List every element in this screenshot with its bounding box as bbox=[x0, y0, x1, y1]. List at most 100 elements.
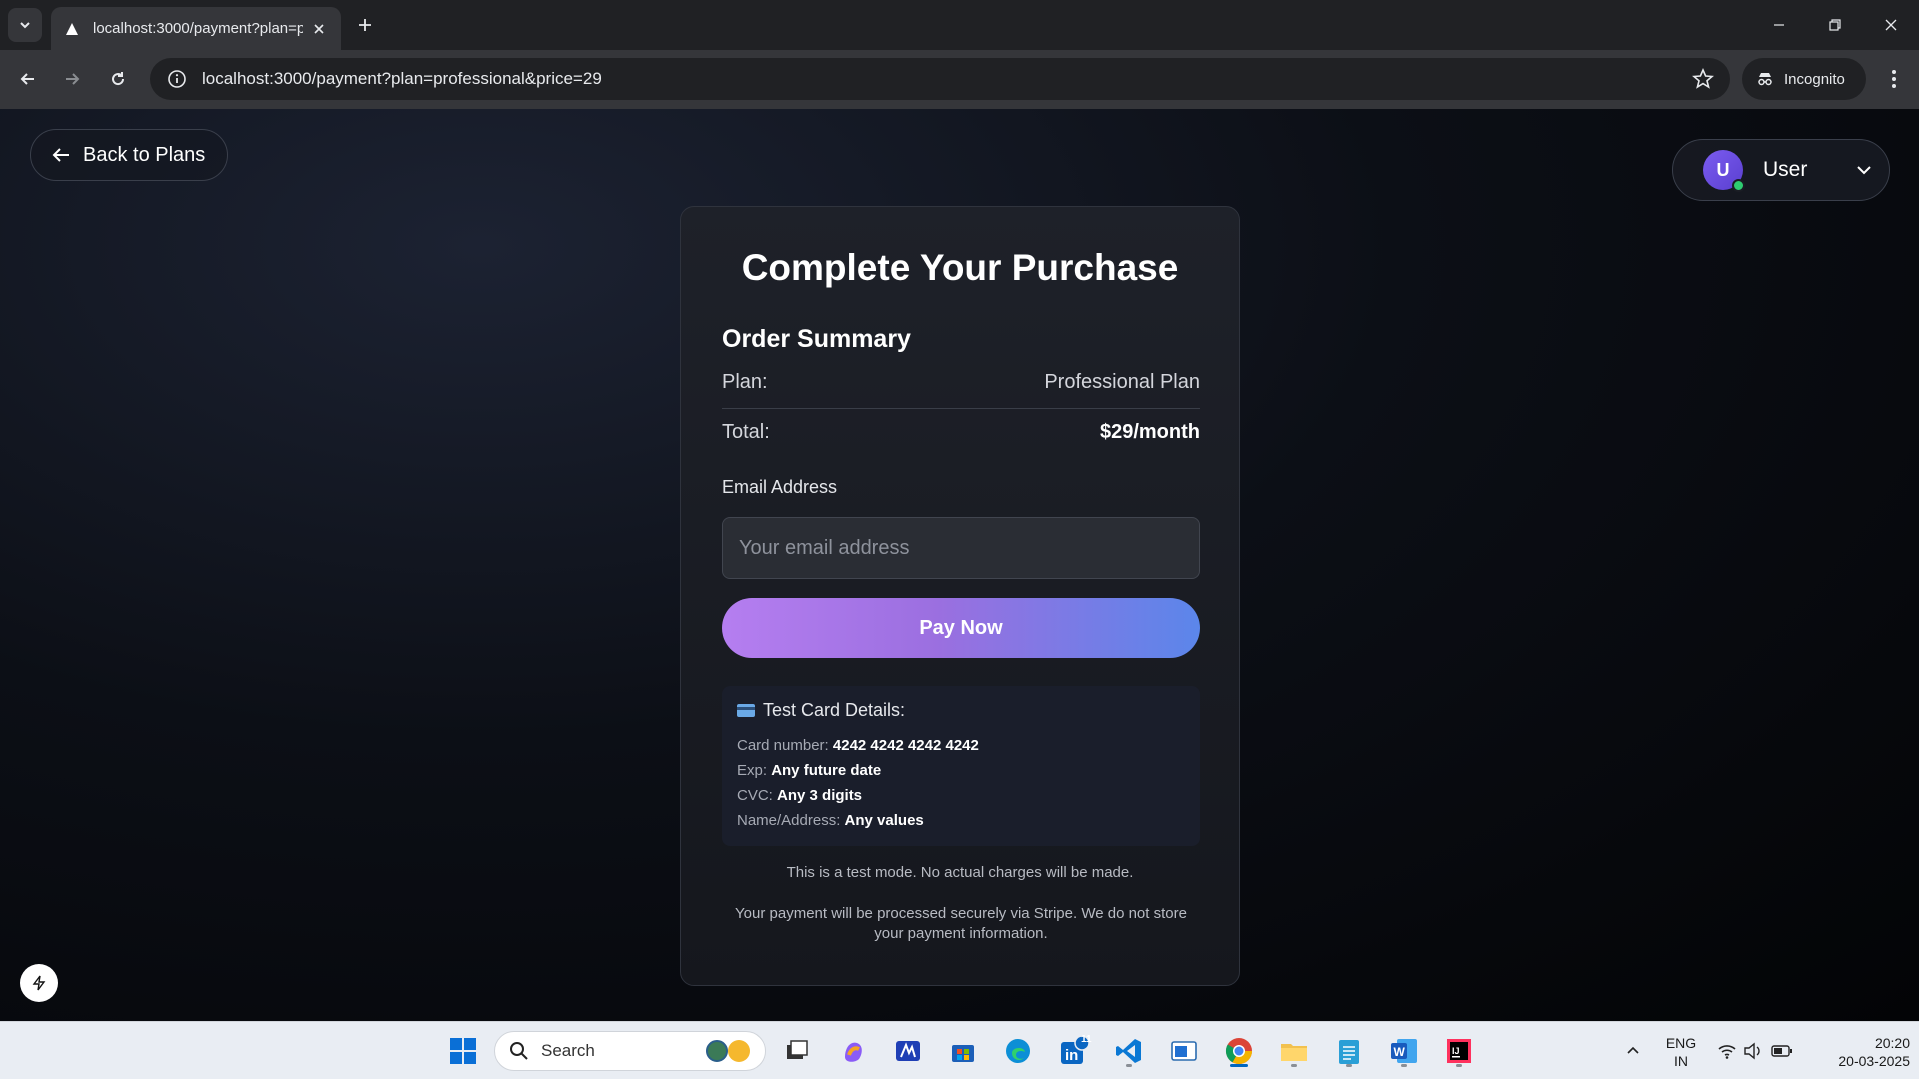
lightning-icon bbox=[32, 975, 46, 991]
app-icon bbox=[896, 1041, 920, 1061]
search-icon bbox=[510, 1042, 528, 1060]
running-indicator bbox=[1401, 1064, 1407, 1067]
language-indicator[interactable]: ENG IN bbox=[1662, 1034, 1700, 1070]
close-window-button[interactable] bbox=[1863, 0, 1919, 50]
back-to-plans-button[interactable]: Back to Plans bbox=[30, 129, 228, 181]
clock-date: 20-03-2025 bbox=[1838, 1053, 1910, 1069]
browser-menu-button[interactable] bbox=[1880, 64, 1908, 94]
favicon-icon bbox=[63, 20, 81, 38]
windows-icon bbox=[450, 1038, 476, 1064]
tab-title: localhost:3000/payment?plan=p bbox=[93, 20, 303, 37]
test-card-line: Name/Address: Any values bbox=[737, 808, 1185, 833]
url-text: localhost:3000/payment?plan=professional… bbox=[202, 69, 602, 88]
region-line: IN bbox=[1674, 1053, 1688, 1069]
window-controls bbox=[1751, 0, 1919, 50]
email-label: Email Address bbox=[722, 477, 838, 497]
test-line-value: Any future date bbox=[771, 762, 882, 779]
taskbar-search[interactable]: Search bbox=[494, 1031, 766, 1071]
vscode-icon bbox=[1116, 1039, 1141, 1063]
browser-tab[interactable]: localhost:3000/payment?plan=p bbox=[51, 7, 341, 50]
user-menu-button[interactable]: U User bbox=[1672, 139, 1890, 201]
restore-icon bbox=[1829, 19, 1841, 31]
dev-tools-button[interactable] bbox=[20, 964, 58, 1002]
plan-row: Plan: Professional Plan bbox=[722, 371, 1200, 394]
start-button[interactable] bbox=[444, 1032, 482, 1070]
credit-card-icon bbox=[737, 704, 755, 717]
incognito-indicator[interactable]: Incognito bbox=[1742, 58, 1866, 100]
microsoft-store-button[interactable] bbox=[944, 1032, 982, 1070]
tab-search-button[interactable] bbox=[8, 8, 42, 42]
chrome-icon bbox=[1225, 1038, 1253, 1065]
language-line: ENG bbox=[1665, 1035, 1697, 1051]
linkedin-button[interactable]: in 11 bbox=[1055, 1032, 1093, 1070]
intellij-button[interactable]: IJ bbox=[1440, 1032, 1478, 1070]
reload-button[interactable] bbox=[102, 63, 134, 95]
chrome-button[interactable] bbox=[1220, 1032, 1258, 1070]
running-indicator bbox=[1126, 1064, 1132, 1067]
test-card-line: Card number: 4242 4242 4242 4242 bbox=[737, 733, 1185, 758]
taskbar: Search in 11 W IJ ENG IN 20:20 20-03-202… bbox=[0, 1021, 1919, 1079]
edge-button[interactable] bbox=[999, 1032, 1037, 1070]
running-indicator bbox=[1291, 1064, 1297, 1067]
file-explorer-button[interactable] bbox=[1275, 1032, 1313, 1070]
test-card-line: CVC: Any 3 digits bbox=[737, 783, 1185, 808]
test-line-label: Exp: bbox=[737, 762, 768, 779]
test-card-line: Exp: Any future date bbox=[737, 758, 1185, 783]
vscode-button[interactable] bbox=[1110, 1032, 1148, 1070]
copilot-icon bbox=[845, 1042, 862, 1062]
secure-payment-note: Your payment will be processed securely … bbox=[735, 905, 1187, 942]
restore-button[interactable] bbox=[1807, 0, 1863, 50]
minimize-button[interactable] bbox=[1751, 0, 1807, 50]
task-view-button[interactable] bbox=[778, 1032, 816, 1070]
copilot-button[interactable] bbox=[834, 1032, 872, 1070]
email-field[interactable] bbox=[722, 517, 1200, 579]
app-button[interactable] bbox=[889, 1032, 927, 1070]
clock[interactable]: 20:20 20-03-2025 bbox=[1810, 1034, 1910, 1070]
running-indicator bbox=[1346, 1064, 1352, 1067]
test-line-label: CVC: bbox=[737, 787, 773, 804]
avatar: U bbox=[1703, 150, 1745, 192]
page-viewport: Back to Plans U User Complete Your Purch… bbox=[0, 109, 1919, 1021]
incognito-label: Incognito bbox=[1784, 70, 1845, 88]
new-tab-button[interactable] bbox=[352, 12, 378, 38]
chevron-up-icon bbox=[1627, 1046, 1639, 1054]
notepad-icon bbox=[1339, 1040, 1359, 1064]
back-nav-button[interactable] bbox=[12, 63, 44, 95]
tab-strip: localhost:3000/payment?plan=p bbox=[0, 0, 1919, 50]
edge-icon bbox=[1006, 1039, 1030, 1063]
window-app-button[interactable] bbox=[1165, 1032, 1203, 1070]
incognito-icon bbox=[1758, 73, 1772, 86]
show-hidden-icons-button[interactable] bbox=[1614, 1032, 1652, 1070]
plus-icon bbox=[359, 19, 371, 31]
bookmark-star-icon[interactable] bbox=[1692, 68, 1714, 90]
reload-icon bbox=[112, 72, 125, 86]
volume-icon bbox=[1744, 1042, 1760, 1060]
word-button[interactable]: W bbox=[1385, 1032, 1423, 1070]
site-info-icon[interactable] bbox=[166, 68, 188, 90]
test-line-value: Any 3 digits bbox=[777, 787, 863, 804]
test-mode-note: This is a test mode. No actual charges w… bbox=[786, 864, 1134, 881]
linkedin-badge: 11 bbox=[1081, 1034, 1092, 1045]
forward-nav-button[interactable] bbox=[56, 63, 88, 95]
window-app-icon bbox=[1171, 1041, 1197, 1061]
more-vertical-icon bbox=[1892, 70, 1896, 88]
arrow-left-icon bbox=[52, 148, 69, 162]
clock-time: 20:20 bbox=[1874, 1035, 1910, 1051]
battery-icon bbox=[1771, 1045, 1792, 1057]
total-value: $29/month bbox=[1099, 421, 1200, 443]
plan-label: Plan: bbox=[722, 371, 768, 393]
checkout-card: Complete Your Purchase Order Summary Pla… bbox=[680, 206, 1240, 986]
test-line-label: Name/Address: bbox=[737, 812, 841, 829]
address-bar[interactable]: localhost:3000/payment?plan=professional… bbox=[150, 58, 1730, 100]
test-card-title: Test Card Details: bbox=[763, 700, 906, 720]
online-status-dot bbox=[1732, 179, 1745, 192]
system-tray-status[interactable] bbox=[1710, 1032, 1800, 1070]
store-icon bbox=[952, 1045, 974, 1062]
svg-text:in: in bbox=[1065, 1047, 1078, 1064]
summary-divider bbox=[722, 408, 1200, 409]
chevron-down-icon bbox=[20, 22, 30, 29]
close-tab-icon[interactable] bbox=[309, 19, 329, 39]
pay-now-button[interactable]: Pay Now bbox=[722, 598, 1200, 658]
total-row: Total: $29/month bbox=[722, 421, 1200, 444]
notepad-button[interactable] bbox=[1330, 1032, 1368, 1070]
